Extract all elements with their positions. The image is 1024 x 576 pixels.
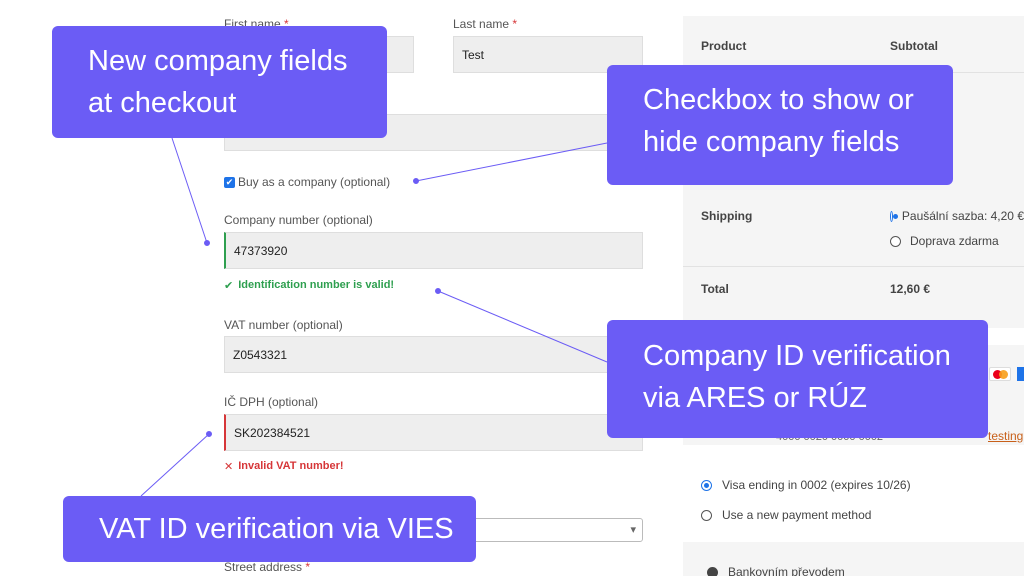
connector-dot [435,288,441,294]
connector-checkbox [415,142,608,182]
callout-checkbox-line1: Checkbox to show or [643,84,914,116]
connector-company-fields [171,137,208,244]
connector-dot [413,178,419,184]
callout-vat-id-text: VAT ID verification via VIES [99,513,454,545]
callout-vat-id: VAT ID verification via VIES [63,496,476,562]
callout-company-fields-line1: New company fields [88,45,348,77]
connector-vat-id [140,433,210,497]
connector-dot [206,431,212,437]
callout-company-id: Company ID verification via ARES or RÚZ [607,320,988,438]
callout-company-fields: New company fields at checkout [52,26,387,138]
callout-checkbox: Checkbox to show or hide company fields [607,65,953,185]
connector-dot [204,240,210,246]
connector-company-id [437,290,608,363]
callout-company-id-line2: via ARES or RÚZ [643,382,867,414]
callout-checkbox-line2: hide company fields [643,126,900,158]
callout-company-fields-line2: at checkout [88,87,237,119]
callout-company-id-line1: Company ID verification [643,340,951,372]
